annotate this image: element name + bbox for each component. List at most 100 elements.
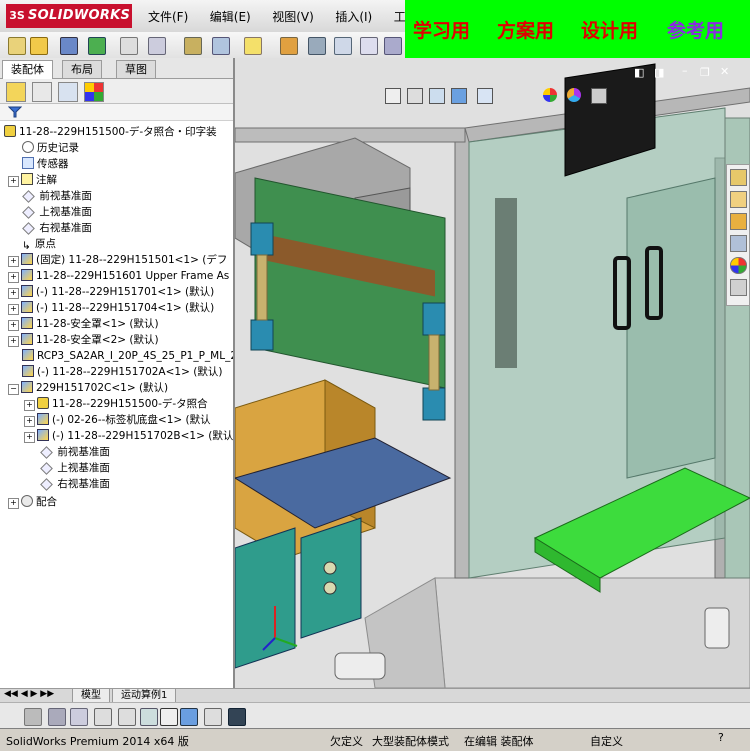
grid-icon[interactable] (118, 708, 136, 726)
feature-manager-icon[interactable] (6, 82, 26, 102)
display-style-icon[interactable] (477, 88, 493, 104)
menu-view[interactable]: 视图(V) (272, 8, 314, 25)
solidworks-logo[interactable]: 3S SOLIDWORKS (6, 4, 132, 28)
render-icon[interactable] (228, 708, 246, 726)
section-view-icon[interactable] (429, 88, 445, 104)
tree-item-right-plane[interactable]: 右视基准面 (40, 476, 110, 492)
expand-icon[interactable]: + (8, 336, 19, 347)
restore-icon[interactable]: ❐ (700, 66, 710, 79)
features-icon[interactable] (280, 37, 298, 55)
dimension-icon[interactable] (140, 708, 158, 726)
tree-item-component[interactable]: (-) 11-28--229H151702A<1> (默认) (22, 364, 222, 380)
tree-item-subassembly[interactable]: − 229H151702C<1> (默认) (8, 380, 168, 396)
tree-item-front-plane[interactable]: 前视基准面 (22, 188, 92, 204)
prev-window-icon[interactable]: ◧ (634, 66, 644, 79)
design-library-icon[interactable] (730, 191, 747, 208)
expand-icon[interactable]: + (8, 320, 19, 331)
tree-root-assembly[interactable]: 11-28--229H151500-デ-タ照合・印字装 (4, 124, 217, 140)
display-icon[interactable] (48, 708, 66, 726)
expand-icon[interactable]: + (8, 288, 19, 299)
tree-item-annotations[interactable]: + 注解 (8, 172, 57, 188)
edit-component-icon[interactable] (60, 37, 78, 55)
expand-icon[interactable]: + (24, 432, 35, 443)
menu-insert[interactable]: 插入(I) (335, 8, 372, 25)
tree-item-sensors[interactable]: 传感器 (22, 156, 69, 172)
scene-icon[interactable] (567, 88, 581, 102)
minimize-icon[interactable]: – (682, 64, 688, 77)
view-settings-icon[interactable] (591, 88, 607, 104)
status-units[interactable]: 自定义 (590, 733, 623, 749)
expand-icon[interactable]: + (8, 176, 19, 187)
tab-model[interactable]: 模型 (72, 689, 110, 703)
menu-file[interactable]: 文件(F) (148, 8, 188, 25)
view-orientation-icon[interactable] (451, 88, 467, 104)
tab-layout[interactable]: 布局 (62, 60, 102, 78)
appearances-icon[interactable] (730, 257, 747, 274)
tree-item-component[interactable]: +11-28-安全罩<1> (默认) (8, 316, 159, 332)
file-explorer-icon[interactable] (730, 213, 747, 230)
explode-line-icon[interactable] (360, 37, 378, 55)
zoom-area-icon[interactable] (407, 88, 423, 104)
move-component-icon[interactable] (212, 37, 230, 55)
next-window-icon[interactable]: ◨ (654, 66, 664, 79)
collapse-icon[interactable]: − (8, 384, 19, 395)
tree-item-component[interactable]: + (-) 11-28--229H151701<1> (默认) (8, 284, 214, 300)
reference-geometry-icon[interactable] (244, 37, 262, 55)
tab-motion-study[interactable]: 运动算例1 (112, 689, 177, 703)
solidworks-resources-icon[interactable] (730, 169, 747, 186)
tree-item-component[interactable]: +11-28-安全罩<2> (默认) (8, 332, 159, 348)
expand-icon[interactable]: + (24, 416, 35, 427)
zoom-to-fit-icon[interactable] (385, 88, 401, 104)
tree-item-top-plane[interactable]: 上视基准面 (22, 204, 92, 220)
custom-properties-icon[interactable] (730, 279, 747, 296)
interference-icon[interactable] (384, 37, 402, 55)
tree-item-front-plane[interactable]: 前视基准面 (40, 444, 110, 460)
display-manager-icon[interactable] (84, 82, 104, 102)
close-icon[interactable]: ✕ (720, 65, 729, 78)
insert-component-icon[interactable] (88, 37, 106, 55)
tree-item-component[interactable]: + (-) 11-28--229H151702B<1> (默认 (24, 428, 233, 444)
sensor-icon (22, 157, 34, 169)
tree-item-component[interactable]: + (-) 11-28--229H151704<1> (默认) (8, 300, 214, 316)
tree-item-top-plane[interactable]: 上视基准面 (40, 460, 110, 476)
tree-item-label: 注解 (36, 174, 57, 186)
hidden-lines-icon[interactable] (70, 708, 88, 726)
tree-item-component[interactable]: + (-) 02-26--标签机底盘<1> (默认 (24, 412, 211, 428)
tree-item-component[interactable]: RCP3_SA2AR_I_20P_4S_25_P1_P_ML_20 (22, 348, 233, 364)
open-icon[interactable] (30, 37, 48, 55)
axis-icon[interactable] (160, 708, 178, 726)
menu-edit[interactable]: 编辑(E) (210, 8, 251, 25)
tab-assembly[interactable]: 装配体 (2, 60, 53, 79)
shaded-icon[interactable] (180, 708, 198, 726)
expand-icon[interactable]: + (8, 304, 19, 315)
appearance-icon[interactable] (543, 88, 557, 102)
section-icon[interactable] (24, 708, 42, 726)
expand-icon[interactable]: + (24, 400, 35, 411)
tree-item-history[interactable]: 历史记录 (22, 140, 79, 156)
view-palette-icon[interactable] (730, 235, 747, 252)
tree-item-component[interactable]: + (固定) 11-28--229H151501<1> (デフ (8, 252, 227, 268)
expand-icon[interactable]: + (8, 256, 19, 267)
tree-item-component[interactable]: +11-28--229H151601 Upper Frame As (8, 268, 229, 284)
help-icon[interactable]: ? (718, 731, 724, 744)
expand-icon[interactable]: + (8, 272, 19, 283)
new-icon[interactable] (8, 37, 26, 55)
property-manager-icon[interactable] (32, 82, 52, 102)
tree-item-mates[interactable]: + 配合 (8, 494, 57, 510)
mate-icon[interactable] (120, 37, 138, 55)
expand-icon[interactable]: + (8, 498, 19, 509)
tree-item-right-plane[interactable]: 右视基准面 (22, 220, 92, 236)
tab-sketch[interactable]: 草图 (116, 60, 156, 78)
list-icon[interactable] (94, 708, 112, 726)
configuration-manager-icon[interactable] (58, 82, 78, 102)
smart-fasteners-icon[interactable] (184, 37, 202, 55)
component-pattern-icon[interactable] (148, 37, 166, 55)
wireframe-icon[interactable] (204, 708, 222, 726)
bill-of-materials-icon[interactable] (308, 37, 326, 55)
exploded-view-icon[interactable] (334, 37, 352, 55)
tree-item-component[interactable]: +11-28--229H151500-デ-タ照合 (24, 396, 208, 412)
scroll-left-icon[interactable]: ◀◀ ◀ ▶ ▶▶ (4, 689, 54, 699)
tree-item-origin[interactable]: ↳ 原点 (22, 236, 56, 252)
graphics-area[interactable]: ◧ ◨ – ❐ ✕ (235, 58, 750, 688)
filter-icon[interactable] (8, 106, 22, 118)
